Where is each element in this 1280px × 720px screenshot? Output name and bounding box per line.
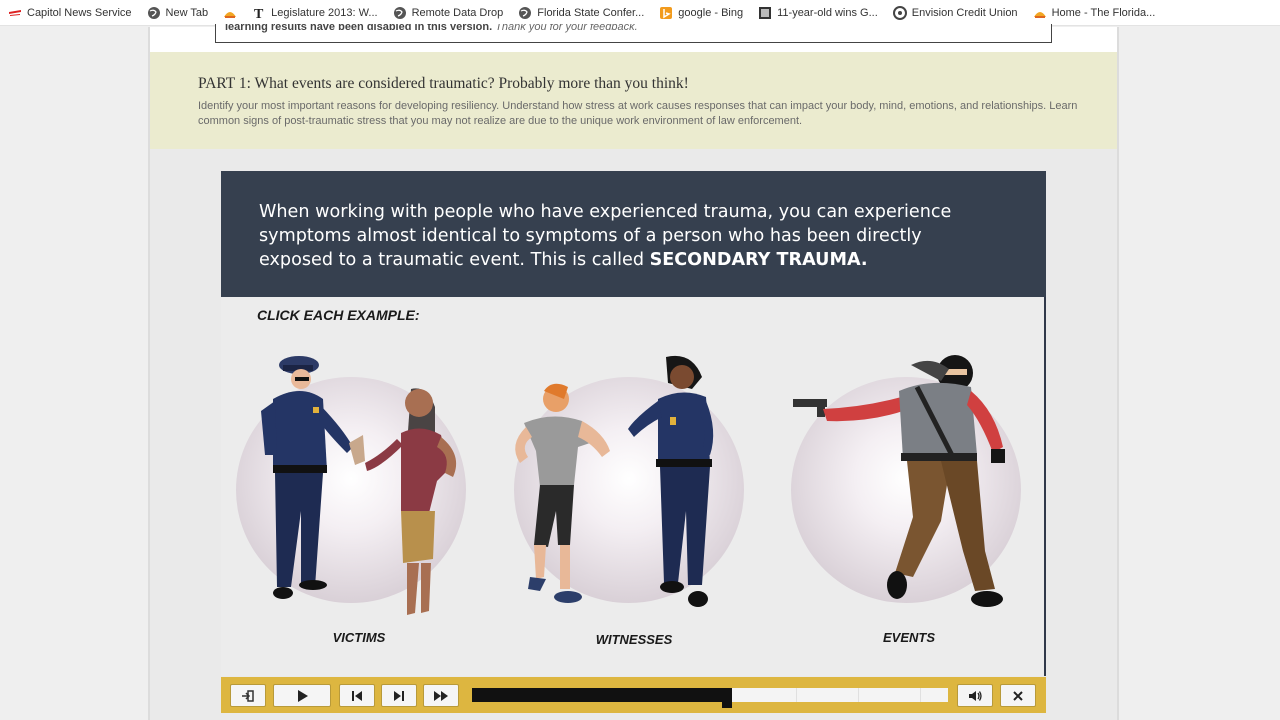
example-label: VICTIMS bbox=[332, 630, 386, 645]
progress-fill bbox=[472, 688, 725, 702]
bing-icon bbox=[659, 6, 673, 20]
lesson-slide: When working with people who have experi… bbox=[221, 171, 1046, 676]
bookmark-label: Florida State Confer... bbox=[537, 6, 645, 19]
previous-icon bbox=[352, 690, 362, 701]
close-button[interactable] bbox=[1000, 684, 1036, 707]
bookmark-new-tab[interactable]: New Tab bbox=[147, 6, 209, 20]
bookmark-label: Remote Data Drop bbox=[411, 6, 504, 19]
player-controls bbox=[221, 677, 1046, 713]
fast-forward-icon bbox=[434, 690, 448, 701]
exit-button[interactable] bbox=[230, 684, 266, 707]
bookmark-label: Capitol News Service bbox=[27, 6, 132, 19]
bookmark-home-florida[interactable]: Home - The Florida... bbox=[1033, 6, 1156, 20]
globe-icon bbox=[518, 6, 532, 20]
armed-suspect-illustration bbox=[793, 355, 1005, 607]
bookmark-11-year-old[interactable]: 11-year-old wins G... bbox=[758, 6, 878, 20]
play-icon bbox=[298, 689, 308, 702]
bookmark-google-bing[interactable]: google - Bing bbox=[659, 6, 743, 20]
globe-icon bbox=[147, 6, 161, 20]
bookmark-label: Envision Credit Union bbox=[911, 6, 1018, 19]
news-icon bbox=[758, 6, 772, 20]
bookmark-florida-state[interactable]: Florida State Confer... bbox=[518, 6, 644, 20]
exit-icon bbox=[242, 689, 254, 702]
progress-tick bbox=[796, 688, 797, 702]
feedback-italic-text: Thank you for your feedback. bbox=[495, 24, 638, 33]
example-label: WITNESSES bbox=[595, 632, 673, 647]
bookmark-legislature[interactable]: T Legislature 2013: W... bbox=[252, 6, 378, 22]
close-icon bbox=[1013, 690, 1023, 701]
t-logo-icon: T bbox=[252, 6, 266, 22]
next-icon bbox=[394, 690, 404, 701]
bookmarks-bar: Capitol News Service New Tab T Legislatu… bbox=[0, 0, 1280, 26]
instruction-label: CLICK EACH EXAMPLE: bbox=[257, 307, 420, 323]
progress-tick bbox=[920, 688, 921, 702]
globe-icon bbox=[393, 6, 407, 20]
feedback-notice: learning results have been disabled in t… bbox=[215, 24, 1052, 43]
envision-icon bbox=[892, 5, 907, 20]
feedback-bold-text: learning results have been disabled in t… bbox=[225, 24, 493, 33]
part-banner: PART 1: What events are considered traum… bbox=[150, 52, 1117, 149]
play-button[interactable] bbox=[273, 684, 331, 707]
example-witnesses[interactable]: WITNESSES bbox=[506, 351, 756, 651]
progress-tick bbox=[858, 688, 859, 702]
slide-header-text: When working with people who have experi… bbox=[259, 200, 999, 272]
previous-button[interactable] bbox=[339, 684, 375, 707]
part-description: Identify your most important reasons for… bbox=[198, 100, 1078, 127]
sunrise-icon bbox=[1033, 6, 1047, 20]
bookmark-label: 11-year-old wins G... bbox=[777, 6, 878, 19]
bookmark-label: Legislature 2013: W... bbox=[271, 6, 378, 19]
example-victims[interactable]: VICTIMS bbox=[231, 351, 471, 651]
page-edge-right bbox=[1117, 27, 1119, 720]
officer-with-victim-illustration bbox=[261, 356, 457, 615]
bookmark-remote-data-drop[interactable]: Remote Data Drop bbox=[393, 6, 504, 20]
officer-with-witness-illustration bbox=[515, 355, 714, 607]
progress-bar[interactable] bbox=[472, 688, 948, 708]
progress-handle[interactable] bbox=[722, 688, 733, 708]
fast-forward-button[interactable] bbox=[423, 684, 459, 707]
bookmark-label: New Tab bbox=[165, 6, 209, 19]
volume-button[interactable] bbox=[957, 684, 993, 707]
example-events[interactable]: EVENTS bbox=[781, 351, 1031, 651]
part-title: PART 1: What events are considered traum… bbox=[198, 75, 689, 92]
bookmark-label: google - Bing bbox=[678, 6, 744, 19]
bookmark-sunrise[interactable] bbox=[223, 6, 237, 20]
example-label: EVENTS bbox=[882, 630, 935, 645]
sunrise-icon bbox=[223, 6, 237, 20]
bookmark-envision[interactable]: Envision Credit Union bbox=[892, 5, 1018, 20]
volume-icon bbox=[969, 690, 982, 701]
bookmark-capitol-news[interactable]: Capitol News Service bbox=[8, 6, 132, 20]
next-button[interactable] bbox=[381, 684, 417, 707]
svg-text:T: T bbox=[254, 7, 264, 20]
bookmark-label: Home - The Florida... bbox=[1051, 6, 1156, 19]
header-bold-term: SECONDARY TRAUMA. bbox=[649, 250, 868, 270]
red-swoosh-icon bbox=[8, 6, 22, 20]
slide-header: When working with people who have experi… bbox=[221, 171, 1046, 297]
